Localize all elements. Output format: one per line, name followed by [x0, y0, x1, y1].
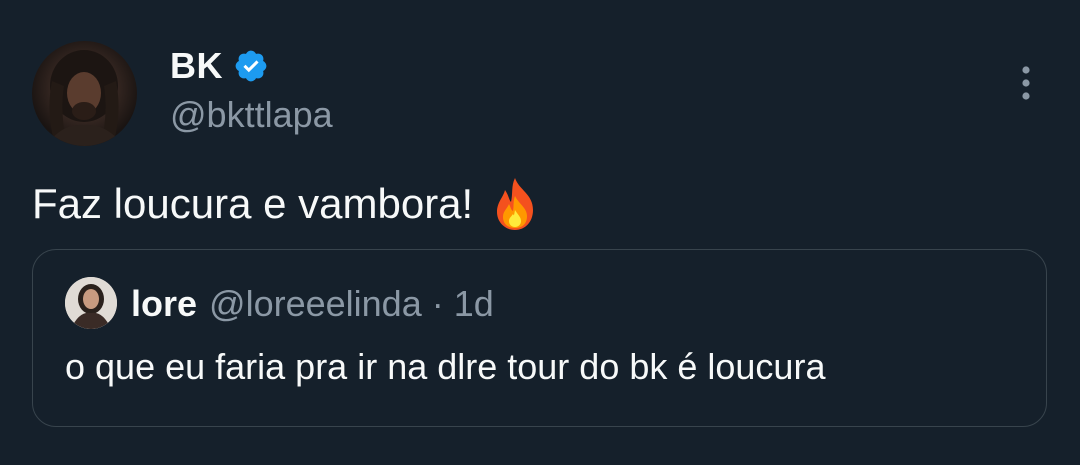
- verified-badge-icon[interactable]: [233, 48, 269, 84]
- tweet-card: BK @bkttlapa Faz loucura e vambora! lore…: [0, 0, 1080, 465]
- fire-emoji-icon: [489, 176, 541, 232]
- quoted-author-handle[interactable]: @loreeelinda: [209, 283, 422, 325]
- quoted-tweet-header: lore @loreeelinda · 1d: [131, 280, 494, 328]
- quoted-tweet-text: o que eu faria pra ir na dlre tour do bk…: [65, 346, 826, 387]
- quoted-author-display-name[interactable]: lore: [131, 283, 197, 325]
- author-handle[interactable]: @bkttlapa: [170, 94, 333, 136]
- quoted-tweet-timestamp[interactable]: 1d: [454, 283, 494, 325]
- quoted-tweet-card[interactable]: lore @loreeelinda · 1d o que eu faria pr…: [32, 249, 1047, 427]
- author-avatar[interactable]: [32, 41, 137, 146]
- tweet-text-content: Faz loucura e vambora!: [32, 180, 474, 227]
- separator-dot: ·: [431, 283, 444, 324]
- tweet-text: Faz loucura e vambora!: [32, 176, 541, 232]
- author-display-name[interactable]: BK: [170, 45, 223, 87]
- more-options-icon[interactable]: [1011, 64, 1041, 104]
- quoted-author-avatar[interactable]: [65, 277, 117, 329]
- author-name-row[interactable]: BK: [170, 44, 269, 88]
